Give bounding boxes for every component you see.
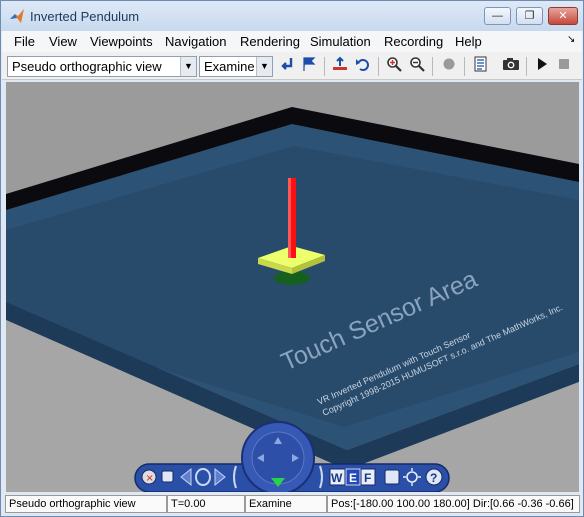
chevron-down-icon: ▼ (256, 57, 272, 76)
viewpoint-select-value: Pseudo orthographic view (12, 59, 162, 74)
examine-mode-label: E (349, 471, 357, 485)
help-label: ? (430, 471, 437, 485)
straighten-up-button[interactable] (329, 56, 351, 77)
undo-move-button[interactable] (352, 56, 374, 77)
start-simulation-button[interactable] (531, 56, 553, 77)
stop-simulation-button[interactable] (553, 56, 575, 77)
edit-in-editor-button[interactable] (469, 56, 491, 77)
vr-scene-viewport[interactable]: Touch Sensor Area VR Inverted Pendulum w… (6, 82, 579, 492)
menu-viewpoints[interactable]: Viewpoints (90, 34, 153, 49)
play-icon (538, 58, 547, 70)
create-viewpoint-button[interactable] (298, 56, 320, 77)
close-button[interactable]: ✕ (548, 7, 578, 25)
zoom-out-button[interactable] (406, 56, 428, 77)
app-window: Inverted Pendulum — ❐ ✕ File View Viewpo… (0, 0, 584, 517)
status-viewpoint: Pseudo orthographic view (5, 495, 167, 513)
window-title: Inverted Pendulum (30, 9, 140, 24)
toolbar-separator (432, 57, 433, 76)
status-bar: Pseudo orthographic view T=0.00 Examine … (5, 495, 580, 513)
zoom-in-button[interactable] (383, 56, 405, 77)
matlab-logo-icon (10, 9, 24, 23)
toolbar: Pseudo orthographic view ▼ Examine ▼ (2, 52, 582, 80)
title-bar: Inverted Pendulum — ❐ ✕ (1, 1, 583, 31)
navigation-select-value: Examine (204, 59, 255, 74)
menu-bar: File View Viewpoints Navigation Renderin… (2, 31, 582, 52)
menu-view[interactable]: View (49, 34, 77, 49)
toolbar-separator (526, 57, 527, 76)
zoom-in-icon (387, 57, 402, 72)
menu-file[interactable]: File (14, 34, 35, 49)
document-icon (474, 56, 487, 72)
record-disabled-icon (443, 58, 455, 70)
menu-help[interactable]: Help (455, 34, 482, 49)
navigation-select[interactable]: Examine ▼ (199, 56, 273, 77)
straighten-panel-icon[interactable] (384, 469, 400, 485)
toolbar-separator (324, 57, 325, 76)
undo-icon (356, 59, 369, 71)
viewpoint-select[interactable]: Pseudo orthographic view ▼ (7, 56, 197, 77)
vr-scene: Touch Sensor Area VR Inverted Pendulum w… (6, 82, 579, 492)
status-mode: Examine (245, 495, 327, 513)
menu-simulation[interactable]: Simulation (310, 34, 371, 49)
toolbar-separator (378, 57, 379, 76)
toolbar-separator (464, 57, 465, 76)
straighten-icon (333, 56, 347, 70)
stop-icon (559, 59, 569, 69)
minimize-panel-icon[interactable] (161, 470, 174, 483)
menu-navigation[interactable]: Navigation (165, 34, 226, 49)
return-to-viewpoint-button[interactable] (276, 56, 298, 77)
flag-icon (303, 57, 316, 71)
capture-frame-button[interactable] (500, 56, 522, 77)
fly-mode-label: F (364, 471, 371, 485)
headlight-button[interactable] (438, 56, 460, 77)
status-position: Pos:[-180.00 100.00 180.00] Dir:[0.66 -0… (327, 495, 580, 513)
zoom-out-icon (410, 57, 425, 72)
pendulum-rod-highlight (288, 178, 291, 258)
menu-recording[interactable]: Recording (384, 34, 443, 49)
chevron-down-icon: ▼ (180, 57, 196, 76)
dock-arrow-icon[interactable]: ↘ (567, 34, 575, 45)
menu-rendering[interactable]: Rendering (240, 34, 300, 49)
restore-button[interactable]: ❐ (516, 7, 543, 25)
status-time: T=0.00 (167, 495, 245, 513)
minimize-button[interactable]: — (484, 7, 511, 25)
walk-mode-label: W (331, 471, 343, 485)
camera-icon (503, 58, 519, 70)
close-panel-glyph: × (146, 473, 154, 484)
return-arrow-icon (281, 58, 293, 70)
